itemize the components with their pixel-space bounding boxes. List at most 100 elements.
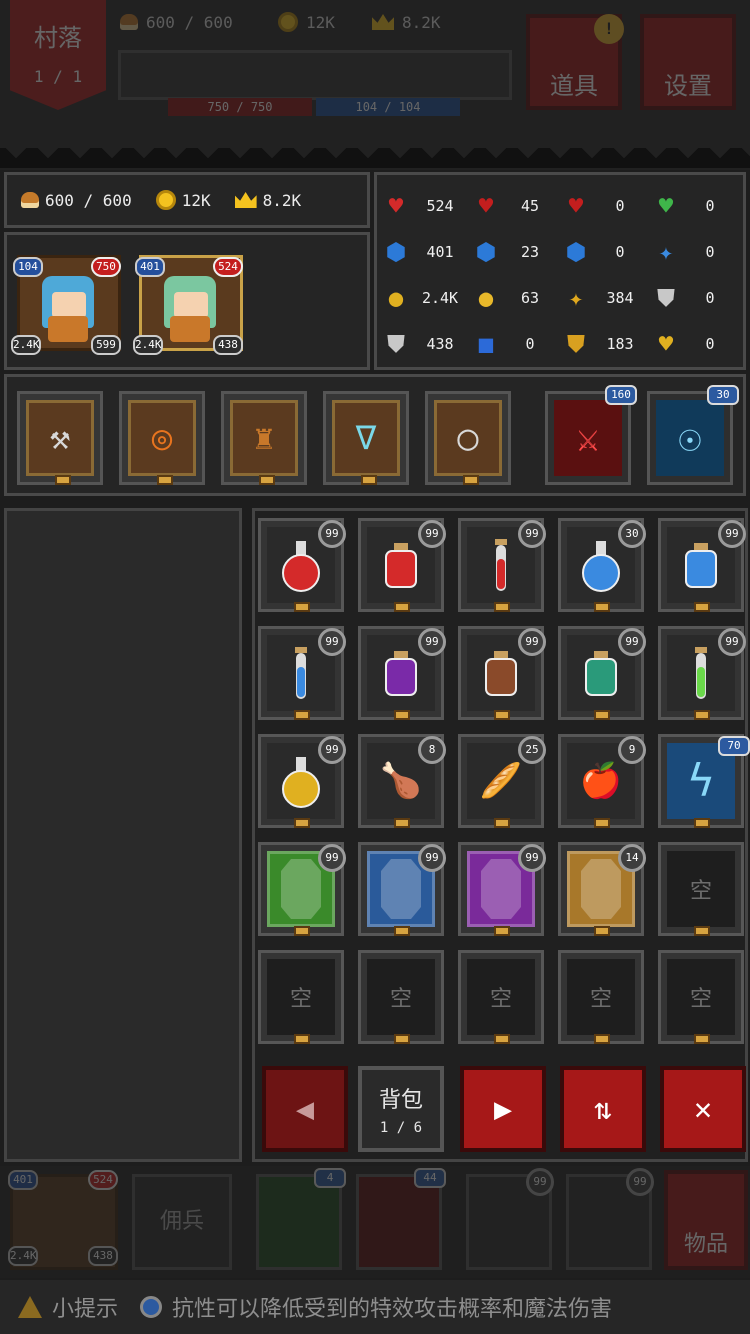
hero-detail-panel [4, 508, 242, 1162]
inventory-slot-empty[interactable]: 空 [458, 950, 544, 1044]
item-count-badge: 99 [518, 520, 546, 548]
equipment-slot[interactable]: ◎ [119, 391, 205, 485]
slot-tab [594, 710, 610, 720]
item-count-badge: 99 [518, 628, 546, 656]
hero-face [52, 292, 86, 318]
footer-hero-mp: 401 [8, 1170, 38, 1190]
footer-item-2-count: 99 [626, 1168, 654, 1196]
footer-skill-2[interactable] [356, 1174, 442, 1270]
stat-gold-heart-badge: ♥ 0 [651, 321, 735, 367]
gold-shield-icon: ⛊ [567, 330, 585, 358]
inventory-slot-empty[interactable]: 空 [658, 950, 744, 1044]
item-count-badge: 99 [418, 844, 446, 872]
stat-value: 0 [705, 289, 715, 307]
mercenary-slot[interactable]: 佣兵 [132, 1174, 232, 1270]
slot-tab [494, 1034, 510, 1044]
stat-value: 183 [606, 335, 634, 353]
settings-button[interactable]: 设置 [640, 14, 736, 110]
coin-icon [155, 190, 176, 210]
item-count-badge: 99 [618, 628, 646, 656]
empty-slot: 空 [667, 959, 735, 1035]
hero-attack-badge: 2.4K [133, 335, 163, 355]
slot-tab [494, 926, 510, 936]
potion-shape [485, 651, 517, 696]
prev-page-button[interactable]: ◀ [262, 1066, 348, 1152]
crown-icon [234, 192, 257, 208]
empty-slot: 空 [467, 959, 535, 1035]
equipment-slot[interactable]: ∇ [323, 391, 409, 485]
slot-tab [361, 475, 377, 485]
backpack-page: 1 / 6 [379, 1120, 423, 1136]
hud-food: 600 / 600 [120, 8, 233, 36]
empty-label: 空 [589, 987, 612, 1012]
mana-plus-icon: ⬢ [475, 238, 497, 266]
slot-tab [494, 602, 510, 612]
hero-hp-badge: 524 [213, 257, 243, 277]
slot-tab [694, 1034, 710, 1044]
empty-label: 空 [489, 987, 512, 1012]
hud-hp-bar: 750 / 750 [168, 98, 312, 116]
round-shield-icon: ◎ [128, 400, 196, 476]
location-name: 村落 [34, 24, 82, 52]
item-count-badge: 25 [518, 736, 546, 764]
spike-divider [0, 148, 750, 168]
hero-hp-badge: 750 [91, 257, 121, 277]
potion-shape [385, 651, 417, 696]
item-count-badge: 70 [718, 736, 750, 756]
inventory-slot-empty[interactable]: 空 [358, 950, 444, 1044]
slot-tab [394, 602, 410, 612]
slot-tab [294, 602, 310, 612]
stat-value: 0 [525, 335, 535, 353]
hero-defense-badge: 599 [91, 335, 121, 355]
backpack-label: 背包 [378, 1088, 423, 1113]
footer-skill-1[interactable] [256, 1174, 342, 1270]
inventory-slot-empty[interactable]: 空 [258, 950, 344, 1044]
stat-max-hp: ♥ 524 [381, 183, 465, 229]
item-count-badge: 99 [318, 628, 346, 656]
sort-button[interactable]: ⇅ [560, 1066, 646, 1152]
hud-gold-value: 12K [306, 12, 335, 32]
inventory-slot-empty[interactable]: 空 [658, 842, 744, 936]
slot-tab [394, 710, 410, 720]
item-count-badge: 99 [318, 844, 346, 872]
equipment-slot[interactable]: ◯ [425, 391, 511, 485]
blue-orb-icon [140, 1296, 163, 1318]
gem-facet [481, 859, 521, 919]
hud-food-value: 600 / 600 [146, 12, 233, 32]
next-page-button[interactable]: ▶ [460, 1066, 546, 1152]
inventory-slot-empty[interactable]: 空 [558, 950, 644, 1044]
slot-tab [594, 818, 610, 828]
gem-facet [381, 859, 421, 919]
location-banner[interactable]: 村落 1 / 1 [10, 0, 106, 110]
item-count-badge: 99 [718, 520, 746, 548]
equipment-slot[interactable]: ♜ [221, 391, 307, 485]
hero-defense-badge: 438 [213, 335, 243, 355]
footer-hero-atk: 2.4K [8, 1246, 38, 1266]
backpack-pager[interactable]: 背包 1 / 6 [358, 1066, 444, 1152]
slot-tab [157, 475, 173, 485]
slot-tab [463, 475, 479, 485]
green-heart-icon: ♥ [658, 192, 674, 220]
items-tab-button[interactable]: 物品 [664, 1170, 748, 1270]
blue-gem-icon: ■ [478, 330, 494, 358]
item-count-badge: 99 [718, 628, 746, 656]
hero-body [170, 316, 210, 342]
skill-slot[interactable]: ☉ [647, 391, 733, 485]
stat-value: 0 [615, 243, 625, 261]
hud-fame-value: 8.2K [402, 12, 441, 32]
potion-shape [495, 539, 507, 591]
footer-skill-1-count: 4 [314, 1168, 346, 1188]
slot-tab [594, 926, 610, 936]
slot-tab [494, 818, 510, 828]
potion-shape [295, 647, 307, 699]
equipment-slot[interactable]: ⚒ [17, 391, 103, 485]
close-button[interactable]: ✕ [660, 1066, 746, 1152]
hero-mp-badge: 401 [135, 257, 165, 277]
stat-green-heart: ♥ 0 [651, 183, 735, 229]
item-count-badge: 9 [618, 736, 646, 764]
equipment-panel: ⚒ ◎ ♜ ∇ ◯ ⚔ 160 ☉ 30 [4, 374, 746, 496]
skill-slot[interactable]: ⚔ [545, 391, 631, 485]
location-page: 1 / 1 [33, 67, 83, 86]
empty-label: 空 [689, 987, 712, 1012]
stat-value: 63 [520, 289, 540, 307]
